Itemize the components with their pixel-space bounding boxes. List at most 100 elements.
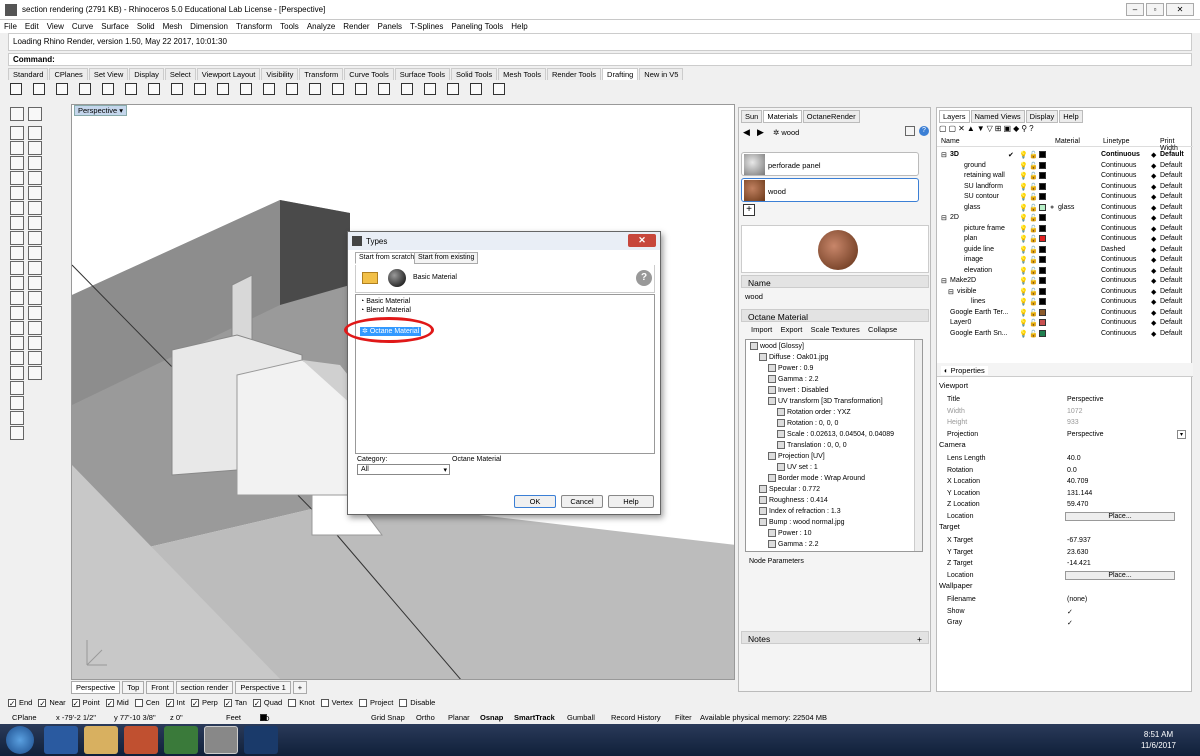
drafting-tool-icon[interactable] — [493, 83, 505, 95]
smarttrack-toggle[interactable]: SmartTrack — [514, 713, 555, 722]
wrench-icon[interactable] — [905, 126, 915, 136]
prop-value[interactable]: ✓ — [1067, 619, 1073, 627]
material-breadcrumb[interactable]: ✲ wood — [773, 128, 799, 137]
left-tool-icon[interactable] — [10, 186, 24, 200]
list-item-blend-material[interactable]: ◔ Blend Material — [360, 307, 411, 316]
tab-help[interactable]: Help — [1059, 110, 1083, 123]
prop-value[interactable]: 1072 — [1067, 408, 1083, 415]
drafting-tool-icon[interactable] — [79, 83, 91, 95]
drafting-tool-icon[interactable] — [401, 83, 413, 95]
layer-color-swatch[interactable] — [1039, 277, 1046, 284]
help-button[interactable]: Help — [608, 495, 654, 508]
prop-value[interactable]: -14.421 — [1067, 560, 1091, 567]
lock-icon[interactable]: 🔓 — [1029, 183, 1038, 191]
left-tool-icon[interactable] — [28, 321, 42, 335]
drafting-tool-icon[interactable] — [309, 83, 321, 95]
layer-row[interactable]: ⊟ 2D 💡 🔓 Continuous ◆ Default — [937, 213, 1193, 223]
lock-icon[interactable]: 🔓 — [1029, 162, 1038, 170]
left-tool-icon[interactable] — [10, 171, 24, 185]
osnap-perp[interactable]: ✓ Perp — [190, 698, 221, 707]
tree-node[interactable]: UV set : 1 — [777, 463, 818, 471]
lock-icon[interactable]: 🔓 — [1029, 246, 1038, 254]
tree-scrollbar[interactable] — [914, 340, 922, 551]
layer-color-swatch[interactable] — [1039, 287, 1046, 295]
tree-node[interactable]: Diffuse : Oak01.jpg — [759, 353, 828, 361]
tree-node[interactable]: Invert : Disabled — [768, 386, 829, 394]
drafting-tool-icon[interactable] — [217, 83, 229, 95]
osnap-checkbox[interactable]: ✓ — [223, 699, 232, 707]
lock-icon[interactable]: 🔓 — [1029, 193, 1038, 201]
lock-icon[interactable]: 🔓 — [1029, 309, 1038, 317]
lock-icon[interactable]: 🔓 — [1029, 256, 1038, 264]
left-tool-icon[interactable] — [28, 291, 42, 305]
lock-icon[interactable]: 🔓 — [1029, 288, 1038, 296]
tree-node[interactable]: Gamma : 2.2 — [768, 540, 818, 548]
osnap-quad[interactable]: ✓ Quad — [252, 698, 285, 707]
record-history-toggle[interactable]: Record History — [611, 713, 661, 722]
osnap-int[interactable]: ✓ Int — [165, 698, 188, 707]
drafting-tool-icon[interactable] — [240, 83, 252, 95]
cplane-toggle[interactable]: CPlane — [12, 713, 37, 722]
ok-button[interactable]: OK — [514, 495, 556, 508]
left-tool-icon[interactable] — [10, 201, 24, 215]
folder-icon[interactable] — [362, 272, 378, 284]
lock-icon[interactable]: 🔓 — [1029, 204, 1038, 212]
menu-analyze[interactable]: Analyze — [303, 20, 339, 31]
left-tool-icon[interactable] — [10, 126, 24, 140]
gumball-toggle[interactable]: Gumball — [567, 713, 595, 722]
layer-color-swatch[interactable] — [1039, 256, 1046, 263]
material-card-wood[interactable]: wood — [741, 178, 919, 202]
dialog-close-button[interactable]: ✕ — [628, 234, 656, 247]
grid-snap-toggle[interactable]: Grid Snap — [371, 713, 405, 722]
tree-node[interactable]: Bump : wood normal.jpg — [759, 518, 844, 526]
import-button[interactable]: Import — [751, 325, 772, 334]
layer-color-swatch[interactable] — [1039, 266, 1046, 274]
toolbar-tab-render-tools[interactable]: Render Tools — [546, 68, 602, 80]
lightbulb-icon[interactable]: 💡 — [1019, 256, 1028, 264]
tab-octanerender[interactable]: OctaneRender — [802, 110, 860, 123]
tab-start-from-scratch[interactable]: Start from scratch — [355, 252, 419, 264]
viewport-tab-perspective[interactable]: Perspective — [71, 681, 121, 694]
left-tool-icon[interactable] — [10, 216, 24, 230]
osnap-checkbox[interactable] — [288, 699, 297, 708]
left-tool-icon[interactable] — [10, 351, 24, 365]
drafting-tool-icon[interactable] — [424, 83, 436, 95]
layer-color-swatch[interactable] — [1039, 329, 1046, 337]
forward-arrow-icon[interactable]: ▶ — [757, 127, 764, 138]
lightbulb-icon[interactable]: 💡 — [1019, 235, 1028, 243]
tree-node[interactable]: Rotation : 0, 0, 0 — [777, 419, 838, 427]
material-card-perforade[interactable]: perforade panel — [741, 152, 919, 176]
tab-properties[interactable]: ◐ Properties — [941, 366, 988, 375]
drafting-tool-icon[interactable] — [355, 83, 367, 95]
list-item-basic-material[interactable]: ◔ Basic Material — [360, 298, 410, 307]
tab-sun[interactable]: Sun — [741, 110, 763, 123]
menu-panels[interactable]: Panels — [374, 20, 406, 31]
prop-value[interactable]: 40.0 — [1067, 455, 1081, 462]
place-button[interactable]: Place... — [1065, 511, 1175, 521]
layer-color-swatch[interactable] — [1039, 224, 1046, 232]
tree-node[interactable]: Power : 0.9 — [768, 364, 813, 372]
menu-render[interactable]: Render — [339, 20, 373, 31]
layer-row[interactable]: retaining wall 💡 🔓 Continuous ◆ Default — [937, 171, 1193, 181]
toolbar-tab-surface-tools[interactable]: Surface Tools — [394, 68, 451, 80]
toolbar-tab-cplanes[interactable]: CPlanes — [49, 68, 88, 80]
layer-row[interactable]: picture frame 💡 🔓 Continuous ◆ Default — [937, 224, 1193, 234]
prop-value[interactable]: -67.937 — [1067, 537, 1091, 544]
toolbar-tab-display[interactable]: Display — [129, 68, 164, 80]
drafting-tool-icon[interactable] — [33, 83, 45, 95]
drafting-tool-icon[interactable] — [148, 83, 160, 95]
lightbulb-icon[interactable]: 💡 — [1019, 183, 1028, 191]
tree-node[interactable]: Scale : 0.02613, 0.04504, 0.04089 — [777, 430, 894, 438]
left-tool-icon[interactable] — [10, 411, 24, 425]
tab-named-views[interactable]: Named Views — [970, 110, 1025, 123]
viewport-label[interactable]: Perspective ▾ — [74, 105, 128, 116]
layer-row[interactable]: elevation 💡 🔓 Continuous ◆ Default — [937, 266, 1193, 276]
osnap-checkbox[interactable]: ✓ — [105, 699, 114, 707]
menu-view[interactable]: View — [43, 20, 68, 31]
layer-row[interactable]: ground 💡 🔓 Continuous ◆ Default — [937, 161, 1193, 171]
export-button[interactable]: Export — [781, 325, 803, 334]
viewport-tab-perspective-1[interactable]: Perspective 1 — [235, 681, 291, 694]
layer-color-swatch[interactable] — [1039, 193, 1046, 200]
tree-node[interactable]: UV transform [3D Transformation] — [768, 397, 883, 405]
drafting-tool-icon[interactable] — [194, 83, 206, 95]
